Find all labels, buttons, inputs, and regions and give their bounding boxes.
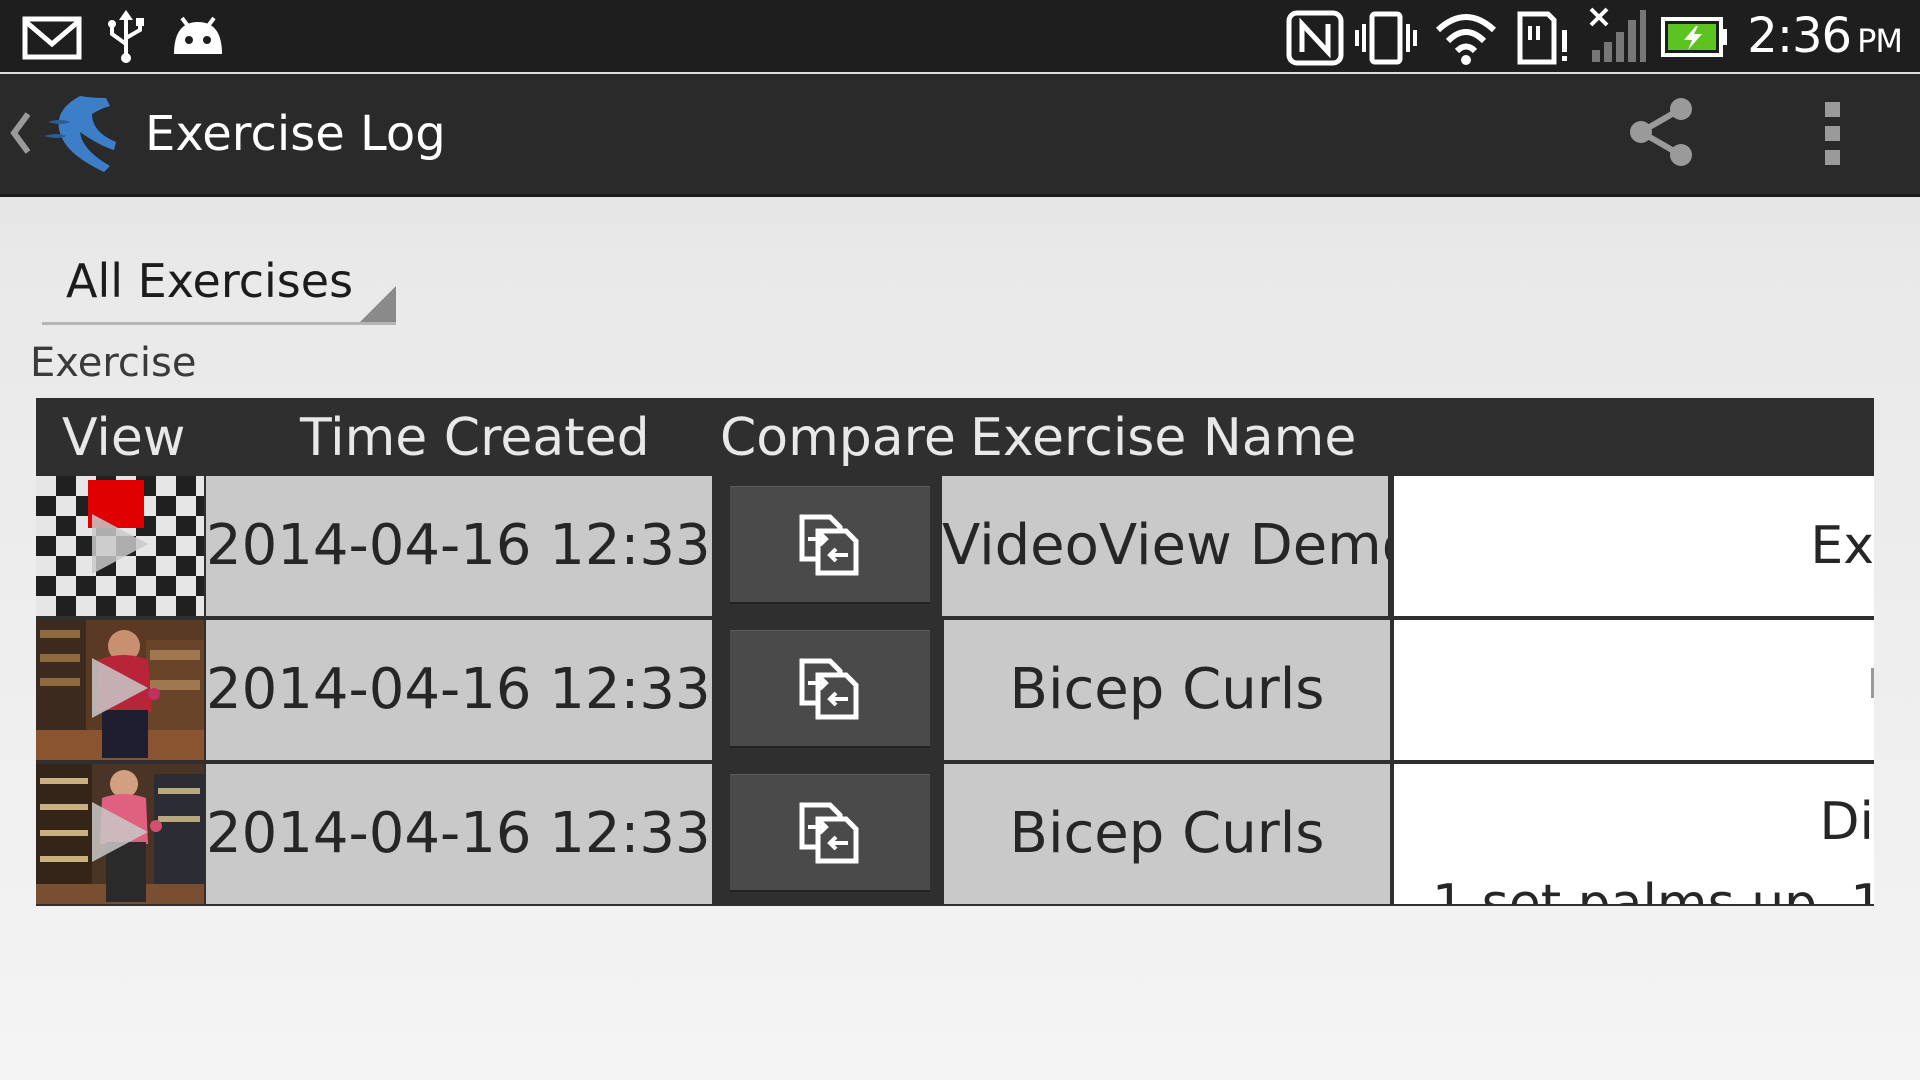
gmail-icon — [22, 16, 82, 60]
vibrate-icon — [1355, 11, 1417, 65]
action-bar: Exercise Log — [0, 74, 1920, 197]
column-header-exercise-name: Exercise Name — [970, 408, 1357, 468]
usb-icon — [108, 10, 144, 63]
compare-icon — [799, 514, 859, 576]
exercise-name-cell: Bicep Curls — [944, 764, 1390, 904]
android-debug-icon — [174, 16, 222, 54]
video-thumbnail[interactable] — [36, 764, 204, 904]
spinner-selected-value: All Exercises — [66, 254, 354, 308]
column-header-compare: Compare — [720, 408, 956, 468]
up-caret-icon[interactable] — [8, 110, 34, 156]
clock-ampm: PM — [1857, 22, 1903, 60]
compare-icon — [799, 658, 859, 720]
overflow-menu-icon[interactable] — [1824, 102, 1842, 166]
table-row: 2014-04-16 12:33:04 VideoView Demo Ex — [36, 476, 1874, 616]
battery-charging-icon — [1661, 17, 1727, 57]
clock: 2:36 PM — [1747, 8, 1903, 64]
exercise-name-cell: VideoView Demo — [942, 476, 1388, 616]
column-header-time-created: Time Created — [300, 408, 650, 468]
status-bar: 2:36 PM — [0, 0, 1920, 72]
time-created-cell: 2014-04-16 12:33:04 — [206, 764, 712, 904]
section-label: Exercise — [30, 340, 197, 386]
share-icon[interactable] — [1625, 96, 1697, 168]
exercise-filter-spinner[interactable]: All Exercises — [42, 248, 396, 325]
description-text: Ex — [1810, 516, 1874, 576]
clock-time: 2:36 — [1747, 8, 1852, 64]
compare-button[interactable] — [730, 630, 930, 748]
time-created-cell: 2014-04-16 12:33:04 — [206, 476, 712, 616]
compare-button[interactable] — [730, 486, 930, 604]
time-created-cell: 2014-04-16 12:33:04 — [206, 620, 712, 760]
spinner-arrow-icon — [360, 286, 396, 322]
description-cell: Ex — [1394, 476, 1874, 616]
video-thumbnail[interactable] — [36, 620, 204, 760]
page-title: Exercise Log — [145, 106, 446, 162]
column-header-view: View — [62, 408, 186, 468]
sd-card-alert-icon — [1517, 11, 1567, 65]
no-signal-icon — [1589, 7, 1646, 62]
play-icon — [92, 514, 148, 574]
wifi-icon — [1435, 14, 1497, 65]
description-cell: Di 1 set palms up, 1 se — [1394, 764, 1874, 904]
app-logo-icon[interactable] — [40, 92, 124, 176]
text-cursor — [1871, 668, 1874, 698]
description-cell — [1394, 620, 1874, 760]
exercise-name-cell: Bicep Curls — [944, 620, 1390, 760]
description-text: Di — [1819, 792, 1875, 852]
table-row: 2014-04-16 12:33:04 Bicep Curls — [36, 620, 1874, 760]
compare-icon — [799, 802, 859, 864]
description-text-line2: 1 set palms up, 1 se — [1432, 874, 1874, 904]
table-row: 2014-04-16 12:33:04 Bicep Curls Di 1 set… — [36, 764, 1874, 904]
video-thumbnail[interactable] — [36, 476, 204, 616]
play-icon — [92, 802, 148, 862]
compare-button[interactable] — [730, 774, 930, 892]
nfc-icon — [1286, 10, 1344, 66]
play-icon — [92, 658, 148, 718]
exercise-table: View Time Created Compare Exercise Name — [36, 398, 1874, 906]
